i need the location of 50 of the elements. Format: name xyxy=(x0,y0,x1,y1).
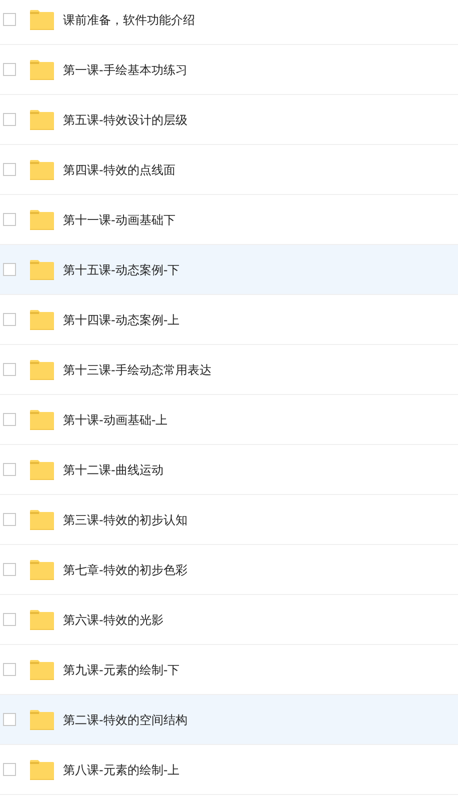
file-name: 第九课-元素的绘制-下 xyxy=(63,662,180,678)
file-name: 第十四课-动态案例-上 xyxy=(63,312,180,328)
file-row[interactable]: 第十五课-动态案例-下 xyxy=(0,245,458,295)
checkbox[interactable] xyxy=(3,263,16,276)
folder-icon xyxy=(30,210,54,230)
file-name: 第十课-动画基础-上 xyxy=(63,412,168,428)
file-name: 第三课-特效的初步认知 xyxy=(63,512,188,528)
file-name: 第六课-特效的光影 xyxy=(63,612,164,628)
checkbox[interactable] xyxy=(3,713,16,726)
folder-icon xyxy=(30,710,54,730)
file-name: 课前准备，软件功能介绍 xyxy=(63,12,195,28)
checkbox[interactable] xyxy=(3,413,16,426)
checkbox[interactable] xyxy=(3,163,16,176)
checkbox[interactable] xyxy=(3,63,16,76)
checkbox[interactable] xyxy=(3,313,16,326)
folder-icon xyxy=(30,360,54,380)
checkbox[interactable] xyxy=(3,563,16,576)
folder-icon xyxy=(30,460,54,480)
folder-icon xyxy=(30,410,54,430)
file-name: 第十一课-动画基础下 xyxy=(63,212,176,228)
file-name: 第五课-特效设计的层级 xyxy=(63,112,188,128)
folder-icon xyxy=(30,260,54,280)
checkbox[interactable] xyxy=(3,513,16,526)
checkbox[interactable] xyxy=(3,13,16,26)
folder-icon xyxy=(30,310,54,330)
checkbox[interactable] xyxy=(3,213,16,226)
folder-icon xyxy=(30,510,54,530)
file-name: 第四课-特效的点线面 xyxy=(63,162,176,178)
folder-icon xyxy=(30,610,54,630)
folder-icon xyxy=(30,60,54,80)
file-row[interactable]: 第二课-特效的空间结构 xyxy=(0,695,458,745)
file-name: 第八课-元素的绘制-上 xyxy=(63,762,180,778)
checkbox[interactable] xyxy=(3,113,16,126)
checkbox[interactable] xyxy=(3,363,16,376)
file-name: 第十五课-动态案例-下 xyxy=(63,262,180,278)
checkbox[interactable] xyxy=(3,763,16,776)
file-name: 第七章-特效的初步色彩 xyxy=(63,562,188,578)
file-name: 第二课-特效的空间结构 xyxy=(63,712,188,728)
checkbox[interactable] xyxy=(3,663,16,676)
folder-icon xyxy=(30,10,54,30)
file-name: 第一课-手绘基本功练习 xyxy=(63,62,188,78)
folder-icon xyxy=(30,560,54,580)
folder-icon xyxy=(30,160,54,180)
checkbox[interactable] xyxy=(3,463,16,476)
file-name: 第十二课-曲线运动 xyxy=(63,462,164,478)
folder-icon xyxy=(30,660,54,680)
folder-icon xyxy=(30,760,54,780)
checkbox[interactable] xyxy=(3,613,16,626)
folder-icon xyxy=(30,110,54,130)
file-name: 第十三课-手绘动态常用表达 xyxy=(63,362,212,378)
